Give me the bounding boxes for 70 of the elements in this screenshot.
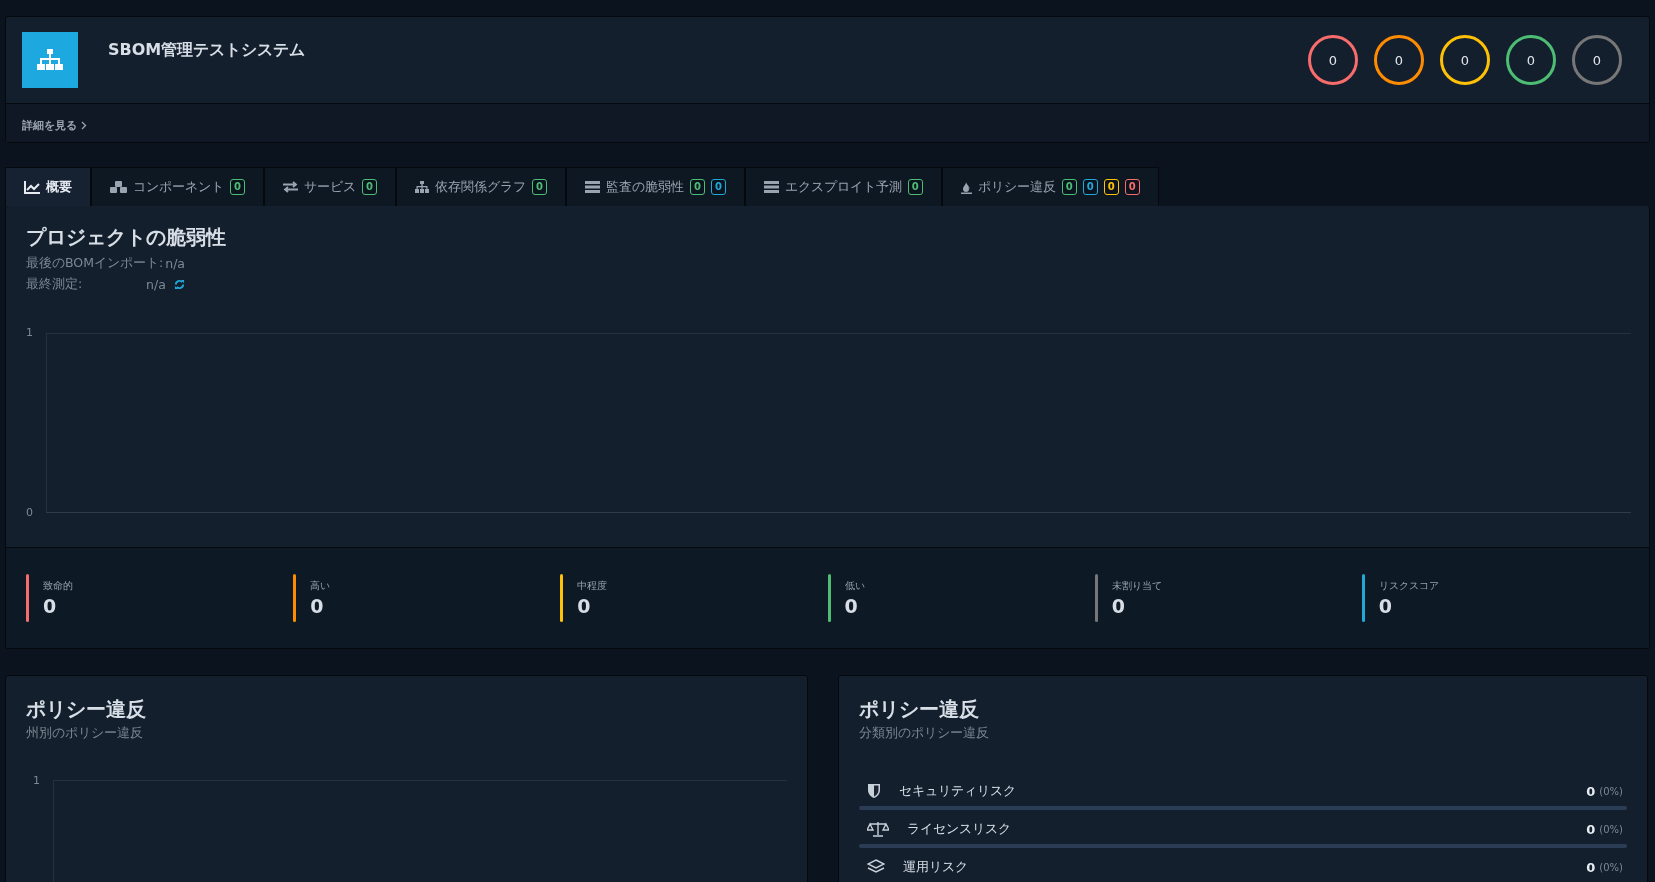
cubes-icon <box>110 180 127 194</box>
sitemap-icon <box>414 181 429 193</box>
risk-percent: (0%) <box>1599 823 1623 835</box>
count-badge: 0 <box>361 179 377 195</box>
refresh-icon[interactable] <box>173 279 185 290</box>
risk-label: セキュリティリスク <box>899 782 1016 800</box>
y-tick-label: 0 <box>26 506 34 520</box>
severity-count-circle: 0 <box>1440 35 1490 85</box>
stat-label: リスクスコア <box>1378 579 1439 593</box>
tab[interactable]: 概要 <box>5 167 91 206</box>
card-title: プロジェクトの脆弱性 <box>26 224 227 251</box>
stat-label: 低い <box>844 579 865 593</box>
sitemap-logo-icon <box>22 32 78 88</box>
stat-value: 0 <box>844 595 859 617</box>
stat-label: 高い <box>310 579 331 593</box>
project-title: SBOM管理テストシステム <box>108 40 306 61</box>
stat-label: 中程度 <box>577 579 608 593</box>
count-badge: 0 <box>1082 179 1098 195</box>
risk-percent: (0%) <box>1599 861 1623 873</box>
count-badge: 0 <box>689 179 705 195</box>
list-icon <box>763 181 779 193</box>
severity-count-circle: 0 <box>1506 35 1556 85</box>
severity-count-circle: 0 <box>1308 35 1358 85</box>
card-title: ポリシー違反 <box>26 696 147 723</box>
card-title: ポリシー違反 <box>859 696 980 723</box>
tab[interactable]: サービス 0 <box>263 167 396 206</box>
meta-value: n/a <box>165 256 185 271</box>
meta-value: n/a <box>146 277 166 292</box>
layers-icon <box>867 859 885 875</box>
tab[interactable]: コンポーネント 0 <box>91 167 264 206</box>
stat-value: 0 <box>1378 595 1394 617</box>
details-link[interactable]: 詳細を見る <box>22 118 87 133</box>
y-tick-label: 1 <box>26 326 34 340</box>
tab[interactable]: ポリシー違反 0 0 0 0 <box>941 167 1159 206</box>
stat-value: 0 <box>577 595 592 617</box>
tab[interactable]: 依存関係グラフ 0 <box>395 167 566 206</box>
count-badge: 0 <box>1061 179 1077 195</box>
stat-value: 0 <box>310 595 325 617</box>
shield-icon <box>867 783 881 799</box>
count-badge: 0 <box>1103 179 1119 195</box>
meta-label: 最終測定: <box>26 276 84 293</box>
card-subtitle: 分類別のポリシー違反 <box>859 725 990 742</box>
risk-count: 0 <box>1586 783 1596 799</box>
scale-icon <box>867 821 889 837</box>
chevron-icon <box>81 121 87 130</box>
count-badge: 0 <box>531 179 547 195</box>
stat-value: 0 <box>43 595 58 617</box>
arrows-icon <box>282 181 298 193</box>
stat-label: 致命的 <box>43 579 73 593</box>
count-badge: 0 <box>907 179 923 195</box>
risk-count: 0 <box>1586 859 1596 875</box>
list-icon <box>584 181 600 193</box>
risk-label: ライセンスリスク <box>907 820 1011 838</box>
tab[interactable]: エクスプロイト予測 0 <box>744 167 942 206</box>
severity-count-circle: 0 <box>1374 35 1424 85</box>
risk-percent: (0%) <box>1599 785 1623 797</box>
risk-count: 0 <box>1586 821 1596 837</box>
count-badge: 0 <box>1124 179 1140 195</box>
severity-count-circle: 0 <box>1572 35 1622 85</box>
y-tick-label: 1 <box>32 774 41 789</box>
count-badge: 0 <box>710 179 726 195</box>
tab[interactable]: 監査の脆弱性 0 0 <box>565 167 745 206</box>
count-badge: 0 <box>230 179 245 195</box>
risk-label: 運用リスク <box>903 858 968 876</box>
stat-value: 0 <box>1111 595 1126 617</box>
chart-line-icon <box>24 180 40 194</box>
meta-label: 最後のBOMインポート: <box>26 255 164 272</box>
flame-icon <box>960 180 972 194</box>
card-subtitle: 州別のポリシー違反 <box>26 725 144 742</box>
stat-label: 未割り当て <box>1111 579 1162 593</box>
